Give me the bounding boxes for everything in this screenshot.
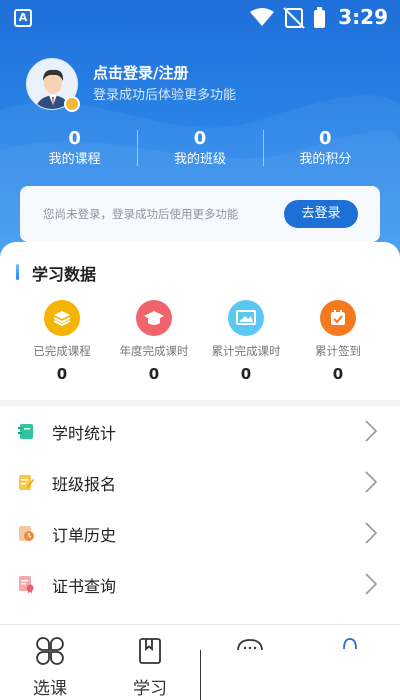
grid-petals-icon <box>36 637 64 665</box>
user-tab-icon <box>343 638 357 649</box>
metric-value: 0 <box>332 365 344 383</box>
image-screen-icon <box>228 300 264 336</box>
stat-my-courses[interactable]: 0 我的课程 <box>12 128 137 172</box>
menu-label: 班级报名 <box>52 475 117 494</box>
app-notification-icon: A <box>14 9 32 27</box>
login-register-link[interactable]: 点击登录/注册 <box>93 62 188 83</box>
study-data-panel: 学习数据 已完成课程 0 年度完成课时 0 累计完成课时 0 累计签到 0 <box>0 242 400 400</box>
certificate-icon <box>19 576 34 593</box>
menu-item-class-enroll[interactable]: 班级报名 <box>0 457 400 508</box>
menu-item-study-hours[interactable]: 学时统计 <box>0 406 400 457</box>
bookmark-book-icon <box>139 638 161 664</box>
edit-note-icon <box>19 475 34 490</box>
graduation-cap-icon <box>136 300 172 336</box>
metric-label: 已完成课程 <box>33 344 91 358</box>
menu-label: 学时统计 <box>52 424 117 443</box>
status-bar: A 3:29 <box>0 0 400 36</box>
metric-annual-hours[interactable]: 年度完成课时 0 <box>108 300 200 383</box>
clock: 3:29 <box>338 5 388 29</box>
tab-study[interactable]: 学习 <box>100 625 200 700</box>
chevron-right-icon <box>365 471 378 493</box>
tab-course-select[interactable]: 选课 <box>0 625 100 700</box>
login-prompt-text: 您尚未登录，登录成功后使用更多功能 <box>43 207 239 221</box>
metric-label: 年度完成课时 <box>119 344 189 358</box>
calendar-check-icon <box>320 300 356 336</box>
section-accent-bar <box>16 264 19 280</box>
menu-list: 学时统计 班级报名 订单历史 证书查询 <box>0 406 400 610</box>
go-login-button[interactable]: 去登录 <box>284 200 358 228</box>
stat-value: 0 <box>193 128 207 149</box>
metric-value: 0 <box>240 365 252 383</box>
stat-label: 我的积分 <box>299 152 352 167</box>
metric-label: 累计签到 <box>315 344 361 358</box>
user-stats: 0 我的课程 0 我的班级 0 我的积分 <box>12 128 388 172</box>
chat-bubble-icon <box>237 639 263 651</box>
battery-icon <box>314 7 325 28</box>
notebook-icon <box>18 424 33 439</box>
menu-label: 订单历史 <box>52 526 117 545</box>
section-title: 学习数据 <box>32 265 97 284</box>
stat-label: 我的课程 <box>48 152 101 167</box>
edit-badge-icon <box>64 96 80 112</box>
stat-my-classes[interactable]: 0 我的班级 <box>137 128 262 172</box>
metric-total-checkins[interactable]: 累计签到 0 <box>292 300 384 383</box>
layers-icon <box>44 300 80 336</box>
metric-completed-courses[interactable]: 已完成课程 0 <box>16 300 108 383</box>
order-clock-icon <box>19 526 34 541</box>
popup-overlay-partial <box>200 650 400 700</box>
wifi-icon <box>250 8 274 26</box>
stat-my-points[interactable]: 0 我的积分 <box>262 128 388 172</box>
metric-label: 累计完成课时 <box>211 344 281 358</box>
stat-value: 0 <box>319 128 332 149</box>
metric-total-hours[interactable]: 累计完成课时 0 <box>200 300 292 383</box>
chevron-right-icon <box>365 573 378 595</box>
no-sim-icon <box>283 7 305 29</box>
stat-label: 我的班级 <box>173 152 226 167</box>
menu-item-order-history[interactable]: 订单历史 <box>0 508 400 559</box>
stat-value: 0 <box>68 128 81 149</box>
login-subtitle: 登录成功后体验更多功能 <box>93 88 237 103</box>
status-icons <box>250 7 325 29</box>
login-prompt-card: 您尚未登录，登录成功后使用更多功能 去登录 <box>20 186 380 242</box>
chevron-right-icon <box>365 522 378 544</box>
metric-value: 0 <box>148 365 160 383</box>
chevron-right-icon <box>365 420 378 442</box>
tab-label: 选课 <box>33 679 67 699</box>
tab-label: 学习 <box>133 679 167 699</box>
menu-label: 证书查询 <box>52 577 117 596</box>
menu-item-certificate-query[interactable]: 证书查询 <box>0 559 400 610</box>
study-metrics: 已完成课程 0 年度完成课时 0 累计完成课时 0 累计签到 0 <box>16 300 384 383</box>
metric-value: 0 <box>56 365 68 383</box>
